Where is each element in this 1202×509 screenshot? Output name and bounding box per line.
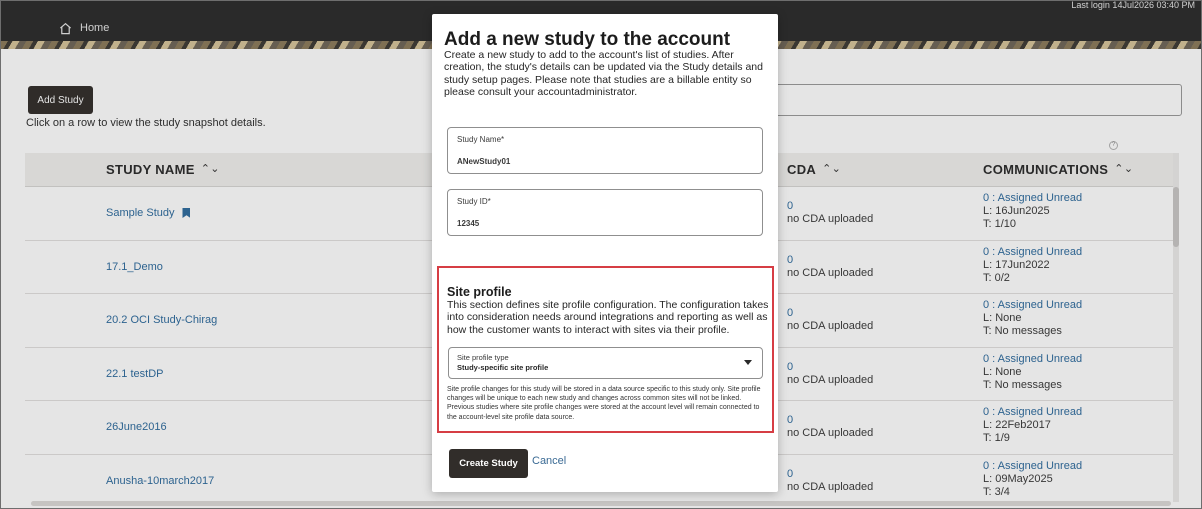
study-name-input[interactable] bbox=[457, 157, 747, 166]
dialog-description: Create a new study to add to the account… bbox=[444, 49, 763, 99]
app-window: Home Last login 14Jul2026 03:40 PM Add S… bbox=[0, 0, 1202, 509]
study-id-label: Study ID* bbox=[457, 197, 491, 206]
cancel-link[interactable]: Cancel bbox=[532, 455, 566, 467]
create-study-button[interactable]: Create Study bbox=[449, 449, 528, 478]
caret-down-icon[interactable] bbox=[744, 360, 752, 365]
study-id-input[interactable] bbox=[457, 219, 747, 228]
site-profile-type-label: Site profile type bbox=[457, 353, 509, 362]
study-name-label: Study Name* bbox=[457, 135, 505, 144]
study-name-field[interactable]: Study Name* bbox=[447, 127, 763, 174]
dialog-title: Add a new study to the account bbox=[444, 29, 731, 50]
site-profile-type-value: Study-specific site profile bbox=[457, 363, 549, 372]
site-profile-title: Site profile bbox=[447, 285, 512, 299]
site-profile-note: Site profile changes for this study will… bbox=[447, 386, 761, 421]
site-profile-description: This section defines site profile config… bbox=[447, 299, 769, 336]
study-id-field[interactable]: Study ID* bbox=[447, 189, 763, 236]
site-profile-type-select[interactable]: Site profile type Study-specific site pr… bbox=[448, 347, 763, 379]
site-profile-section: Site profile This section defines site p… bbox=[437, 266, 774, 433]
add-study-dialog: Add a new study to the account Create a … bbox=[432, 14, 778, 492]
